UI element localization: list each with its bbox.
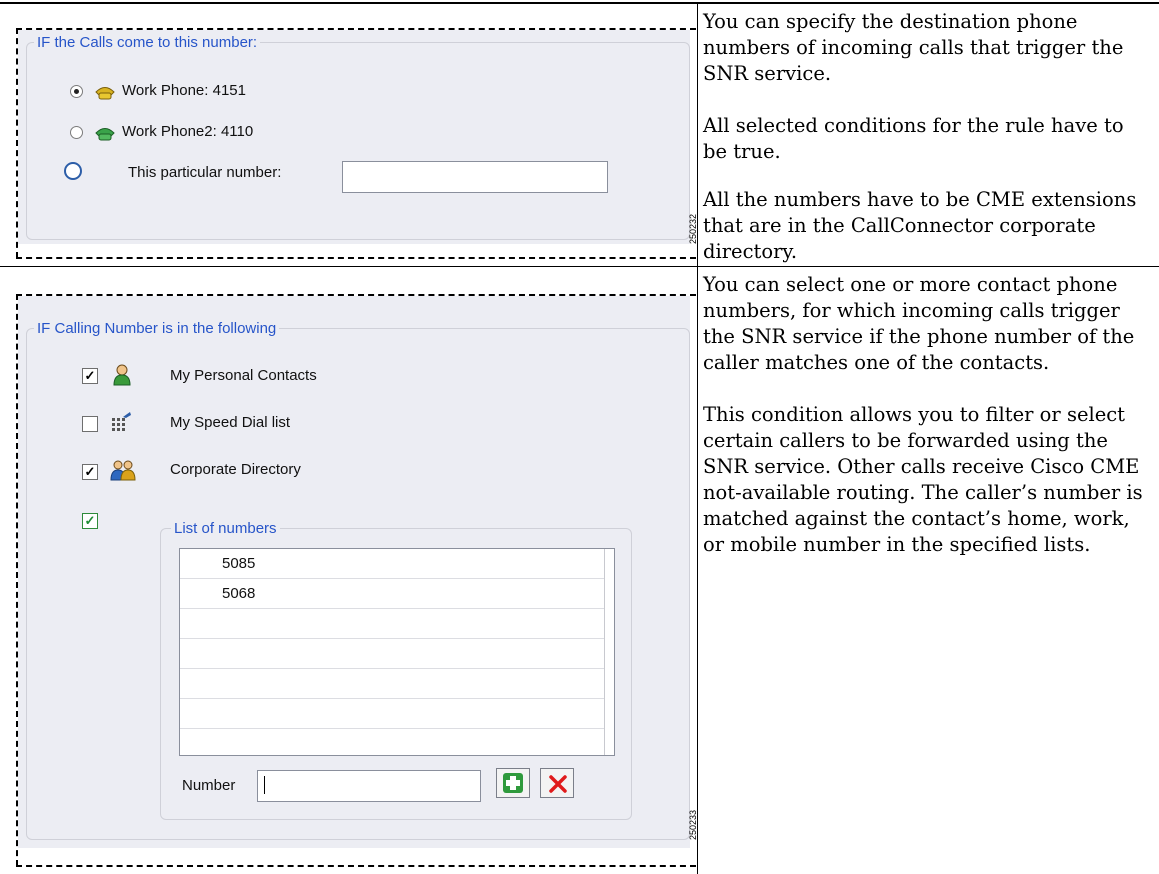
delete-number-button[interactable] xyxy=(540,768,574,798)
listbox-column-divider xyxy=(604,549,605,755)
list-item[interactable]: 5085 xyxy=(180,549,604,579)
figure-border-bottom xyxy=(16,865,696,867)
destination-group-title: IF the Calls come to this number: xyxy=(34,34,261,52)
table-row-rule xyxy=(0,266,1159,267)
text-cursor xyxy=(264,776,265,794)
number-label: Number xyxy=(182,777,236,794)
personal-contacts-checkbox[interactable]: ✓ xyxy=(82,368,98,384)
green-plus-icon xyxy=(503,773,523,793)
list-item[interactable] xyxy=(180,639,604,669)
figure-number: 250232 xyxy=(688,213,698,244)
table-top-rule xyxy=(0,2,1159,4)
work-phone-label: Work Phone: 4151 xyxy=(122,82,246,99)
list-of-numbers-title: List of numbers xyxy=(171,520,280,538)
list-item[interactable] xyxy=(180,669,604,699)
particular-number-radio[interactable] xyxy=(64,162,82,180)
person-icon xyxy=(113,364,131,386)
corporate-directory-checkbox[interactable]: ✓ xyxy=(82,464,98,480)
figure-number: 250233 xyxy=(688,809,698,840)
work-phone-radio[interactable] xyxy=(70,85,83,98)
description-paragraph: All the numbers have to be CME extension… xyxy=(703,188,1137,263)
list-item[interactable] xyxy=(180,609,604,639)
description-paragraph: All selected conditions for the rule hav… xyxy=(703,114,1124,163)
table-column-divider xyxy=(697,4,698,874)
red-x-icon xyxy=(549,775,567,793)
list-of-numbers-checkbox[interactable]: ✓ xyxy=(82,513,98,529)
personal-contacts-label: My Personal Contacts xyxy=(170,367,317,384)
list-item[interactable] xyxy=(180,729,604,759)
work-phone2-radio[interactable] xyxy=(70,126,83,139)
description-paragraph: You can select one or more contact phone… xyxy=(703,273,1135,374)
numbers-listbox[interactable]: 5085 5068 xyxy=(179,548,615,756)
destination-group xyxy=(26,42,690,240)
figure-border-bottom xyxy=(16,257,696,259)
speed-dial-icon xyxy=(112,412,131,431)
speed-dial-label: My Speed Dial list xyxy=(170,414,291,431)
add-number-button[interactable] xyxy=(496,768,530,798)
green-phone-icon xyxy=(95,128,115,141)
destination-panel: IF the Calls come to this number: Work P… xyxy=(18,30,690,244)
speed-dial-checkbox[interactable] xyxy=(82,416,98,432)
description-paragraph: This condition allows you to filter or s… xyxy=(703,403,1143,556)
yellow-phone-icon xyxy=(95,87,115,100)
work-phone2-label: Work Phone2: 4110 xyxy=(122,123,254,140)
corporate-directory-label: Corporate Directory xyxy=(170,461,301,478)
particular-number-input[interactable] xyxy=(342,161,608,193)
list-item[interactable]: 5068 xyxy=(180,579,604,609)
description-paragraph: You can specify the destination phone nu… xyxy=(703,10,1124,85)
people-icon xyxy=(110,460,136,481)
number-input[interactable] xyxy=(257,770,481,802)
calling-number-group-title: IF Calling Number is in the following xyxy=(34,320,280,338)
particular-number-label: This particular number: xyxy=(128,164,282,181)
calling-number-panel: IF Calling Number is in the following ✓ … xyxy=(18,296,690,848)
list-item[interactable] xyxy=(180,699,604,729)
